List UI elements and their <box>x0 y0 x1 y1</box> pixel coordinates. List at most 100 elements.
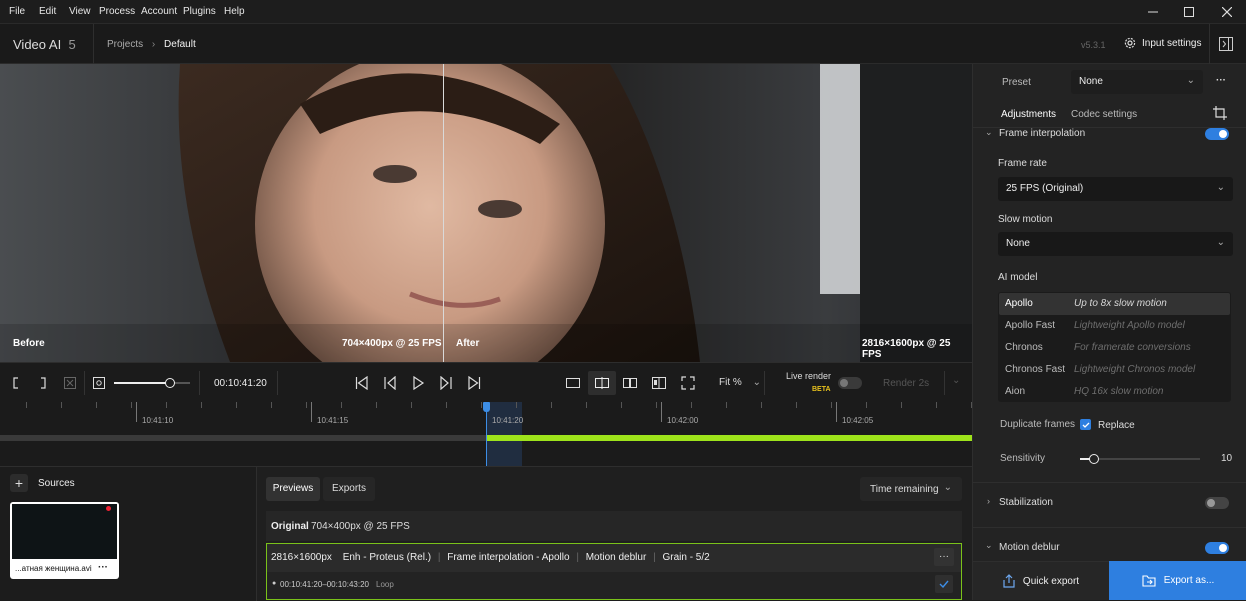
stabilization-toggle[interactable] <box>1205 497 1229 509</box>
source-thumbnail-card[interactable]: ...атная женщина.avi ··· <box>10 502 119 579</box>
tab-codec-settings[interactable]: Codec settings <box>1071 109 1137 120</box>
timeline-minor-tick <box>411 402 412 408</box>
menu-plugins[interactable]: Plugins <box>183 6 216 17</box>
preset-select[interactable]: None ⌄ <box>1071 70 1203 94</box>
chevron-down-icon: ⌄ <box>1186 75 1195 86</box>
render-options-chevron-icon[interactable]: ⌄ <box>952 375 960 386</box>
single-view-icon[interactable] <box>564 371 582 395</box>
crop-icon[interactable] <box>1213 106 1227 123</box>
model-option-chronos-fast[interactable]: Chronos Fast Lightweight Chronos model <box>999 359 1230 381</box>
app-title: Video AI 5 <box>13 37 76 52</box>
timeline-major-tick <box>311 402 312 422</box>
job-more-button[interactable]: ··· <box>934 548 954 566</box>
fit-zoom-select[interactable]: Fit % ⌄ <box>719 377 761 388</box>
add-source-button[interactable]: + <box>10 474 28 492</box>
quick-export-button[interactable]: Quick export <box>973 561 1109 600</box>
version-label: v5.3.1 <box>1081 40 1106 50</box>
side-by-side-icon[interactable] <box>621 371 639 395</box>
timeline-minor-tick <box>656 402 657 408</box>
slow-motion-select[interactable]: None ⌄ <box>998 232 1233 256</box>
menu-process[interactable]: Process <box>99 6 135 17</box>
model-name: Aion <box>1005 386 1026 397</box>
compare-ab-icon[interactable] <box>650 371 668 395</box>
model-option-chronos[interactable]: Chronos For framerate conversions <box>999 337 1230 359</box>
collapse-chevron-icon[interactable]: ⌄ <box>985 127 993 138</box>
toggle-panel-icon[interactable] <box>1219 37 1233 54</box>
breadcrumb-projects[interactable]: Projects <box>107 39 143 50</box>
play-icon[interactable] <box>410 371 426 395</box>
step-forward-icon[interactable] <box>438 371 454 395</box>
tab-exports[interactable]: Exports <box>323 477 375 501</box>
minimize-icon[interactable] <box>1134 0 1172 24</box>
preset-label: Preset <box>1002 77 1031 88</box>
timeline[interactable]: 10:41:10 10:41:15 10:41:20 10:42:00 10:4… <box>0 402 972 466</box>
fullscreen-icon[interactable] <box>679 371 697 395</box>
divider <box>973 527 1246 528</box>
job-loop[interactable]: Loop <box>376 580 394 589</box>
zoom-fit-icon[interactable] <box>92 371 106 395</box>
frame-interpolation-toggle[interactable] <box>1205 128 1229 140</box>
replace-checkbox[interactable] <box>1080 419 1091 430</box>
input-settings-button[interactable]: Input settings <box>1124 37 1201 49</box>
original-label: Original <box>271 521 309 532</box>
menu-help[interactable]: Help <box>224 6 245 17</box>
skip-to-end-icon[interactable] <box>466 371 482 395</box>
chevron-down-icon: ⌄ <box>1216 237 1225 248</box>
playhead-handle[interactable] <box>483 402 490 412</box>
model-option-apollo-fast[interactable]: Apollo Fast Lightweight Apollo model <box>999 315 1230 337</box>
job-frame-interpolation: Frame interpolation - Apollo <box>447 552 570 563</box>
replace-label: Replace <box>1098 420 1135 431</box>
clear-marks-icon[interactable] <box>63 371 77 395</box>
render-button[interactable]: Render 2s <box>883 378 929 389</box>
frame-rate-select[interactable]: 25 FPS (Original) ⌄ <box>998 177 1233 201</box>
maximize-icon[interactable] <box>1170 0 1208 24</box>
timeline-minor-tick <box>726 402 727 408</box>
tab-previews[interactable]: Previews <box>266 477 320 501</box>
chevron-down-icon: ⌄ <box>943 482 952 493</box>
mark-in-icon[interactable] <box>10 371 22 395</box>
video-frame <box>0 64 972 362</box>
timecode: 00:10:41:20 <box>214 378 267 389</box>
zoom-slider[interactable] <box>114 378 190 388</box>
model-option-aion[interactable]: Aion HQ 16x slow motion <box>999 381 1230 403</box>
model-option-apollo[interactable]: Apollo Up to 8x slow motion <box>999 293 1230 315</box>
menu-file[interactable]: File <box>9 6 25 17</box>
split-view-icon[interactable] <box>588 371 616 395</box>
timeline-minor-tick <box>236 402 237 408</box>
preset-more-icon[interactable]: ··· <box>1216 75 1226 86</box>
tab-adjustments[interactable]: Adjustments <box>1001 109 1056 120</box>
model-name: Apollo Fast <box>1005 320 1056 331</box>
menu-account[interactable]: Account <box>141 6 177 17</box>
sensitivity-slider[interactable] <box>1080 454 1200 464</box>
expand-chevron-icon[interactable]: › <box>987 496 990 506</box>
timeline-minor-tick <box>691 402 692 408</box>
source-filename: ...атная женщина.avi <box>15 564 92 573</box>
preview-job-card[interactable]: 2816×1600px Enh - Proteus (Rel.) | Frame… <box>266 543 962 600</box>
mark-out-icon[interactable] <box>37 371 49 395</box>
zoom-slider-knob[interactable] <box>165 378 175 388</box>
job-enhancement: Enh - Proteus (Rel.) <box>342 552 432 563</box>
divider <box>277 371 278 395</box>
menu-view[interactable]: View <box>69 6 91 17</box>
divider <box>93 24 94 64</box>
sensitivity-slider-knob[interactable] <box>1089 454 1100 464</box>
video-viewer[interactable]: Before 704×400px @ 25 FPS After 2816×160… <box>0 64 972 362</box>
sort-select[interactable]: Time remaining ⌄ <box>860 477 962 501</box>
close-icon[interactable] <box>1208 0 1246 24</box>
timeline-major-tick <box>836 402 837 422</box>
collapse-chevron-icon[interactable]: ⌄ <box>985 540 993 551</box>
live-render-toggle[interactable] <box>838 377 862 389</box>
export-as-button[interactable]: Export as... <box>1109 561 1246 600</box>
transport-bar: 00:10:41:20 Fit % ⌄ Live render BETA Ren… <box>0 362 972 402</box>
bottom-panel: + Sources ...атная женщина.avi ··· Previ… <box>0 466 972 601</box>
source-more-icon[interactable]: ··· <box>98 562 108 573</box>
step-back-icon[interactable] <box>382 371 398 395</box>
sources-title: Sources <box>38 478 75 489</box>
timeline-major-tick <box>136 402 137 422</box>
timeline-minor-tick <box>201 402 202 408</box>
check-icon[interactable] <box>935 575 953 593</box>
motion-deblur-toggle[interactable] <box>1205 542 1229 554</box>
menu-edit[interactable]: Edit <box>39 6 56 17</box>
compare-divider-handle[interactable] <box>443 64 444 362</box>
skip-to-start-icon[interactable] <box>354 371 370 395</box>
